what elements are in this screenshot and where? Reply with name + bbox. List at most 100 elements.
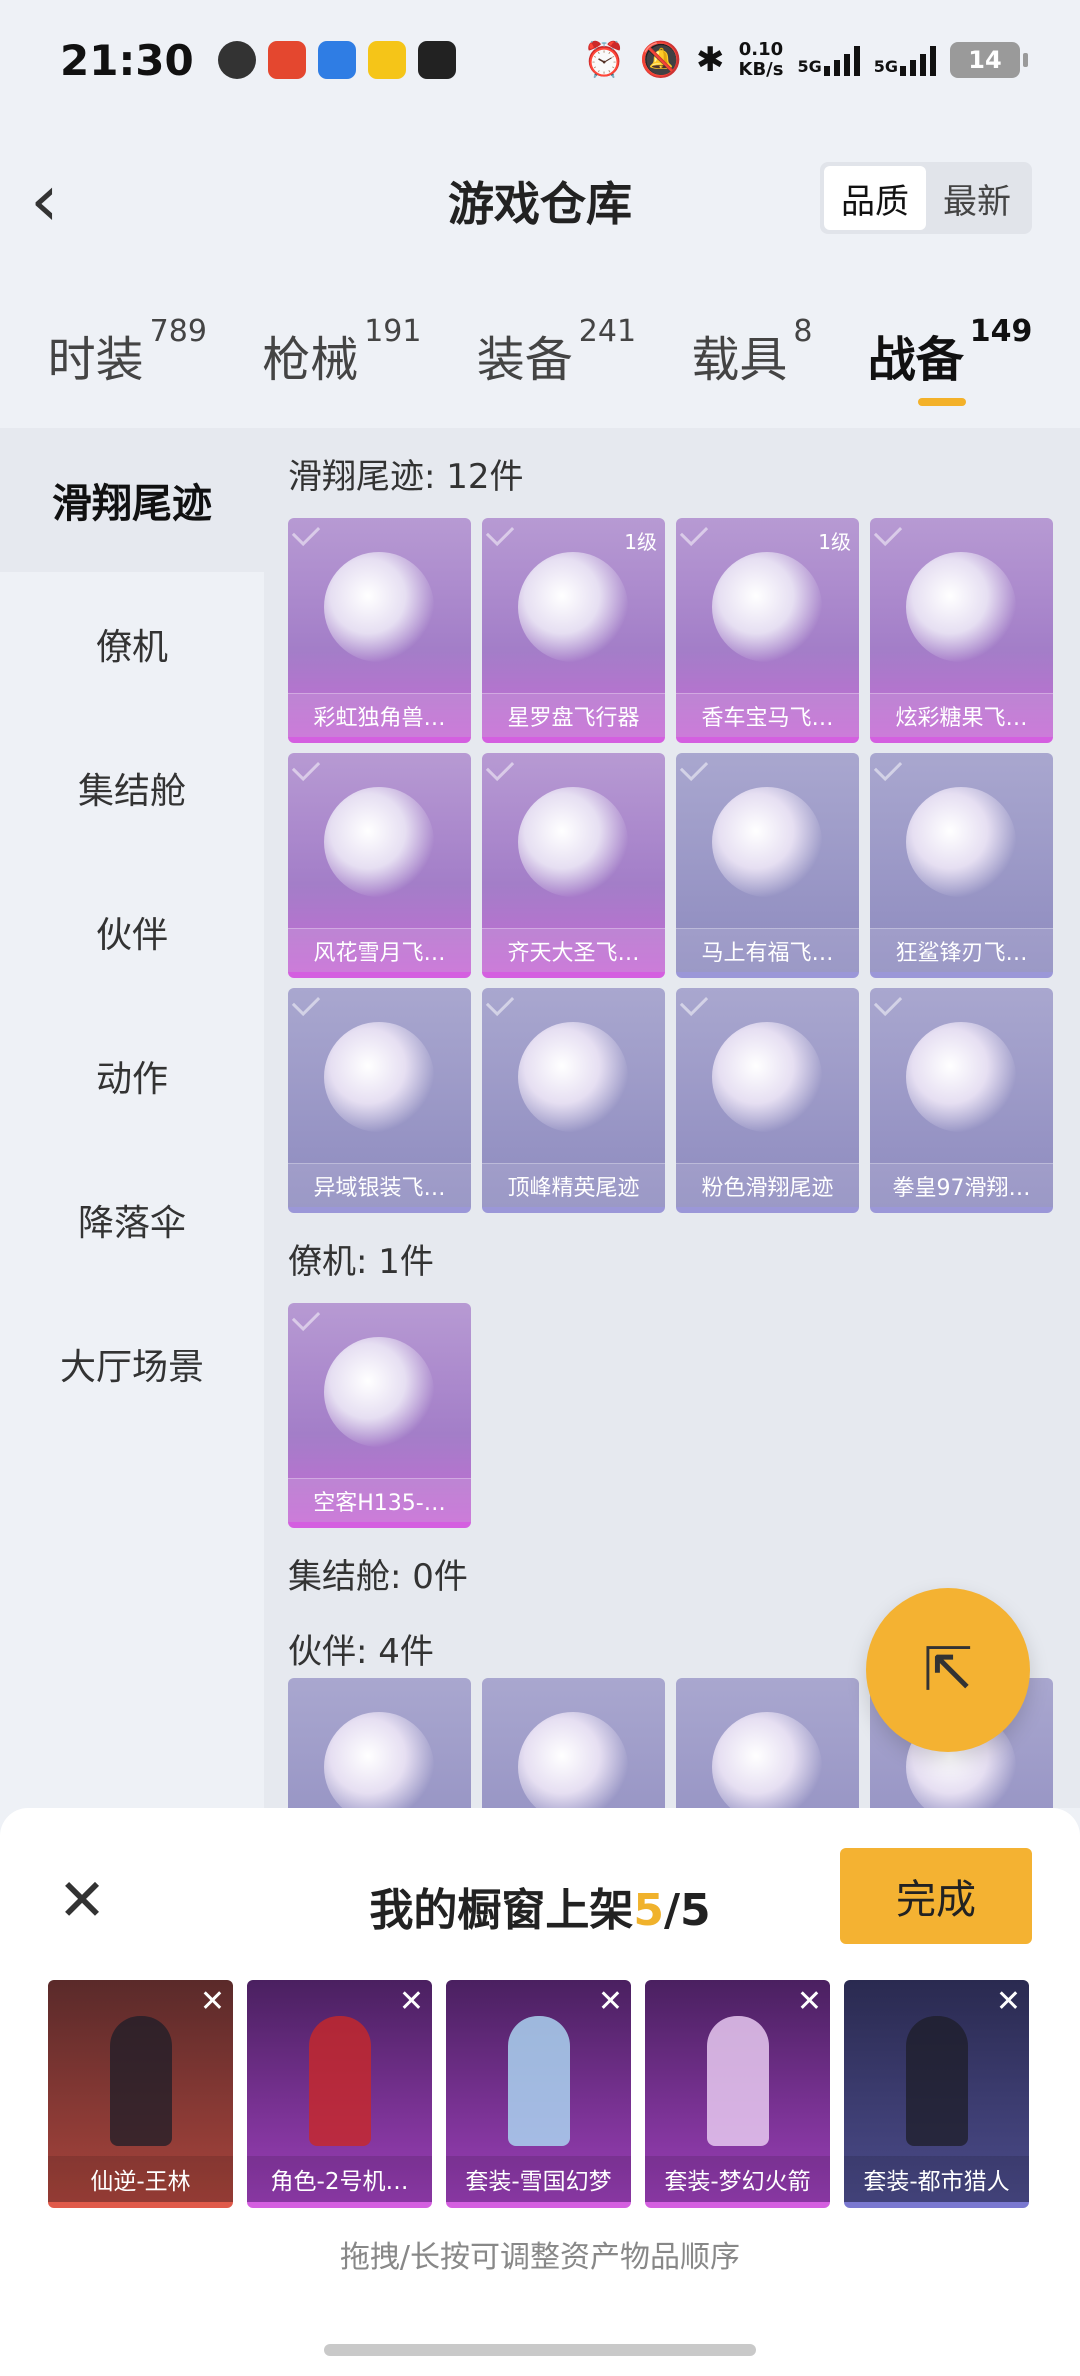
check-icon (291, 753, 321, 782)
battery-icon: 14 (950, 42, 1028, 78)
item-image (324, 552, 434, 662)
remove-icon[interactable]: ✕ (996, 1984, 1021, 2019)
showcase-sheet: ✕ 我的橱窗上架5/5 完成 ✕ 仙逆-王林 ✕ 角色-2号机… ✕ 套装-雪国… (0, 1808, 1080, 2376)
tab-fashion[interactable]: 时装789 (48, 300, 207, 420)
item-image (309, 2016, 371, 2146)
item-card[interactable]: 异域银装飞… (288, 988, 471, 1213)
showcase-shelf: ✕ 仙逆-王林 ✕ 角色-2号机… ✕ 套装-雪国幻梦 ✕ 套装-梦幻火箭 ✕ … (48, 1980, 1029, 2208)
showcase-item[interactable]: ✕ 套装-都市猎人 (844, 1980, 1029, 2208)
item-card[interactable]: 马上有福飞… (676, 753, 859, 978)
tab-readiness[interactable]: 战备149 (868, 300, 1032, 420)
bluetooth-icon: ✱ (696, 40, 725, 80)
item-image (906, 552, 1016, 662)
signal-bars-icon (900, 44, 936, 76)
item-image (906, 1022, 1016, 1132)
item-image (324, 1337, 434, 1447)
glide-grid: 彩虹独角兽… 1级 星罗盘飞行器 1级 香车宝马飞… 炫彩糖果飞… 风花雪月飞… 齐… (288, 518, 1068, 1213)
item-card[interactable]: 拳皇97滑翔… (870, 988, 1053, 1213)
item-card[interactable]: 1级 香车宝马飞… (676, 518, 859, 743)
app-notification-icon (267, 41, 306, 79)
sidebar-item-parachute[interactable]: 降落伞 (0, 1148, 264, 1292)
check-icon (873, 518, 903, 547)
item-card[interactable]: 顶峰精英尾迹 (482, 988, 665, 1213)
item-card[interactable]: 彩虹独角兽… (288, 518, 471, 743)
sort-latest-button[interactable]: 最新 (926, 166, 1028, 230)
sidebar-item-glide-trail[interactable]: 滑翔尾迹 (0, 428, 264, 572)
item-image (707, 2016, 769, 2146)
item-card[interactable]: 齐天大圣飞… (482, 753, 665, 978)
check-icon (485, 518, 515, 547)
item-image (518, 1712, 628, 1808)
sidebar: 滑翔尾迹 僚机 集结舱 伙伴 动作 降落伞 大厅场景 (0, 428, 264, 1808)
item-card[interactable]: 炫彩糖果飞… (870, 518, 1053, 743)
done-button[interactable]: 完成 (840, 1848, 1032, 1944)
app-header: ‹ 游戏仓库 品质 最新 (0, 140, 1080, 260)
showcase-item[interactable]: ✕ 套装-雪国幻梦 (446, 1980, 631, 2208)
item-card[interactable]: 1级 星罗盘飞行器 (482, 518, 665, 743)
showcase-item[interactable]: ✕ 套装-梦幻火箭 (645, 1980, 830, 2208)
item-image (712, 1712, 822, 1808)
section-title-glide: 滑翔尾迹: 12件 (288, 456, 524, 497)
item-card[interactable]: 空客H135-… (288, 1303, 471, 1528)
sidebar-item-assembly-pod[interactable]: 集结舱 (0, 716, 264, 860)
home-indicator[interactable] (324, 2344, 756, 2356)
signal-bars-icon (823, 44, 860, 76)
app-notification-icon (417, 41, 456, 79)
showcase-item[interactable]: ✕ 仙逆-王林 (48, 1980, 233, 2208)
notification-icons (217, 41, 456, 79)
item-image (906, 2016, 968, 2146)
item-image (508, 2016, 570, 2146)
check-icon (873, 988, 903, 1017)
item-card[interactable] (482, 1678, 665, 1808)
sidebar-item-partner[interactable]: 伙伴 (0, 860, 264, 1004)
item-card[interactable]: 风花雪月飞… (288, 753, 471, 978)
remove-icon[interactable]: ✕ (797, 1984, 822, 2019)
tab-equipment[interactable]: 装备241 (477, 300, 636, 420)
signal-2: 5G (874, 44, 936, 76)
item-image (518, 787, 628, 897)
sidebar-item-emote[interactable]: 动作 (0, 1004, 264, 1148)
remove-icon[interactable]: ✕ (598, 1984, 623, 2019)
category-tabs: 时装789 枪械191 装备241 载具8 战备149 (0, 300, 1080, 420)
check-icon (291, 518, 321, 547)
tab-vehicles[interactable]: 载具8 (691, 300, 812, 420)
app-notification-icon (367, 41, 406, 79)
item-card[interactable] (288, 1678, 471, 1808)
item-image (324, 1022, 434, 1132)
alarm-icon: ⏰ (583, 40, 626, 80)
message-icon (317, 41, 356, 79)
status-bar: 21:30 ⏰ 🔕 ✱ 0.10 KB/s 5G 5G 14 (0, 0, 1080, 120)
item-image (712, 1022, 822, 1132)
signal-1: 5G (797, 44, 860, 76)
item-image (518, 552, 628, 662)
check-icon (485, 753, 515, 782)
check-icon (291, 1303, 321, 1332)
wingman-grid: 空客H135-… (288, 1303, 1068, 1528)
check-icon (679, 988, 709, 1017)
item-image (324, 1712, 434, 1808)
section-title-wingman: 僚机: 1件 (288, 1241, 434, 1282)
item-card[interactable]: 粉色滑翔尾迹 (676, 988, 859, 1213)
check-icon (679, 518, 709, 547)
reorder-hint: 拖拽/长按可调整资产物品顺序 (339, 2240, 741, 2275)
mute-icon: 🔕 (639, 40, 682, 80)
network-speed: 0.10 KB/s (738, 39, 784, 80)
check-icon (679, 753, 709, 782)
remove-icon[interactable]: ✕ (399, 1984, 424, 2019)
sidebar-item-lobby-scene[interactable]: 大厅场景 (0, 1292, 264, 1436)
item-card[interactable]: 狂鲨锋刃飞… (870, 753, 1053, 978)
sidebar-item-wingman[interactable]: 僚机 (0, 572, 264, 716)
remove-icon[interactable]: ✕ (200, 1984, 225, 2019)
system-icons: ⏰ 🔕 ✱ 0.10 KB/s 5G 5G 14 (583, 39, 1028, 80)
item-image (712, 552, 822, 662)
status-time: 21:30 (60, 35, 194, 85)
item-card[interactable] (676, 1678, 859, 1808)
sort-quality-button[interactable]: 品质 (824, 166, 926, 230)
item-image (324, 787, 434, 897)
showcase-item[interactable]: ✕ 角色-2号机… (247, 1980, 432, 2208)
item-image (906, 787, 1016, 897)
item-image (712, 787, 822, 897)
tab-guns[interactable]: 枪械191 (262, 300, 421, 420)
share-button[interactable]: ⇱ (866, 1588, 1030, 1752)
check-icon (873, 753, 903, 782)
